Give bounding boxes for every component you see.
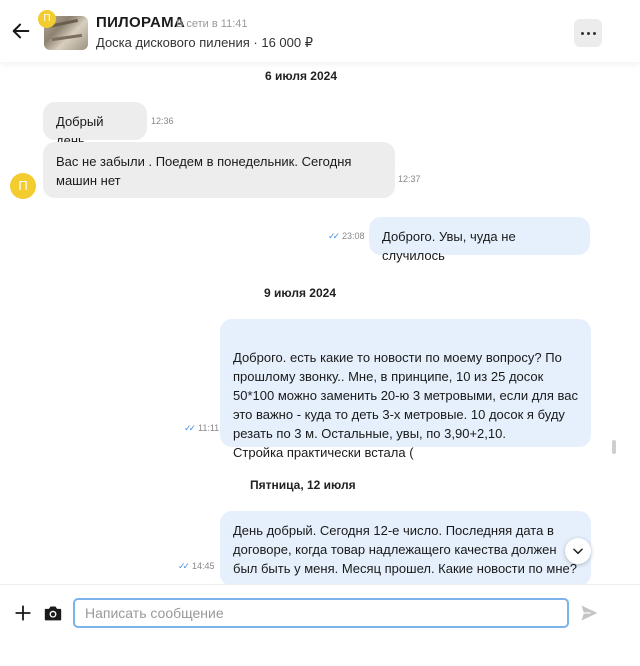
- seller-avatar-badge: П: [38, 10, 56, 28]
- seller-name[interactable]: ПИЛОРАМА: [96, 14, 185, 31]
- seller-avatar: П: [10, 173, 36, 199]
- message-time: 23:08: [342, 231, 365, 241]
- message-time: 12:36: [151, 116, 174, 126]
- double-check-icon: ✓✓: [178, 561, 190, 571]
- message-time: 11:11: [198, 423, 220, 433]
- listing-subtitle[interactable]: Доска дискового пиления · 16 000 ₽: [96, 35, 313, 51]
- message-text: Доброго. Увы, чуда не случилось: [382, 229, 516, 263]
- double-check-icon: ✓✓: [184, 423, 196, 433]
- more-options-button[interactable]: [574, 19, 602, 47]
- date-separator: Пятница, 12 июля: [250, 478, 356, 492]
- message-outgoing: Доброго. Увы, чуда не случилось: [369, 217, 590, 263]
- message-input[interactable]: [73, 598, 569, 628]
- message-time: 14:45: [192, 561, 215, 571]
- send-icon[interactable]: [579, 603, 599, 623]
- message-text: Доброго. есть какие то новости по моему …: [233, 350, 579, 460]
- message-list: 6 июля 2024 Добрый день 12:36 П Вас не з…: [0, 62, 640, 586]
- back-arrow-icon[interactable]: [10, 20, 32, 42]
- chevron-down-icon: [573, 548, 583, 555]
- online-status: В сети в 11:41: [176, 18, 248, 30]
- double-check-icon: ✓✓: [328, 231, 340, 241]
- message-outgoing: Доброго. есть какие то новости по моему …: [220, 319, 591, 460]
- message-incoming: Вас не забыли . Поедем в понедельник. Се…: [43, 142, 395, 198]
- message-text: День добрый. Сегодня 12-е число. Последн…: [233, 523, 577, 576]
- message-outgoing: День добрый. Сегодня 12-е число. Последн…: [220, 511, 591, 586]
- date-separator: 9 июля 2024: [264, 286, 336, 300]
- message-incoming: Добрый день: [43, 102, 147, 148]
- message-time: 12:37: [398, 174, 421, 184]
- message-text: Вас не забыли . Поедем в понедельник. Се…: [56, 154, 352, 188]
- date-separator: 6 июля 2024: [265, 69, 337, 83]
- chat-header: П ПИЛОРАМА В сети в 11:41 Доска дисковог…: [0, 0, 640, 62]
- camera-icon[interactable]: [43, 604, 63, 622]
- listing-thumbnail[interactable]: П: [38, 10, 88, 50]
- scrollbar-thumb[interactable]: [612, 440, 616, 454]
- plus-icon[interactable]: [14, 604, 32, 622]
- scroll-to-bottom-button[interactable]: [565, 538, 591, 564]
